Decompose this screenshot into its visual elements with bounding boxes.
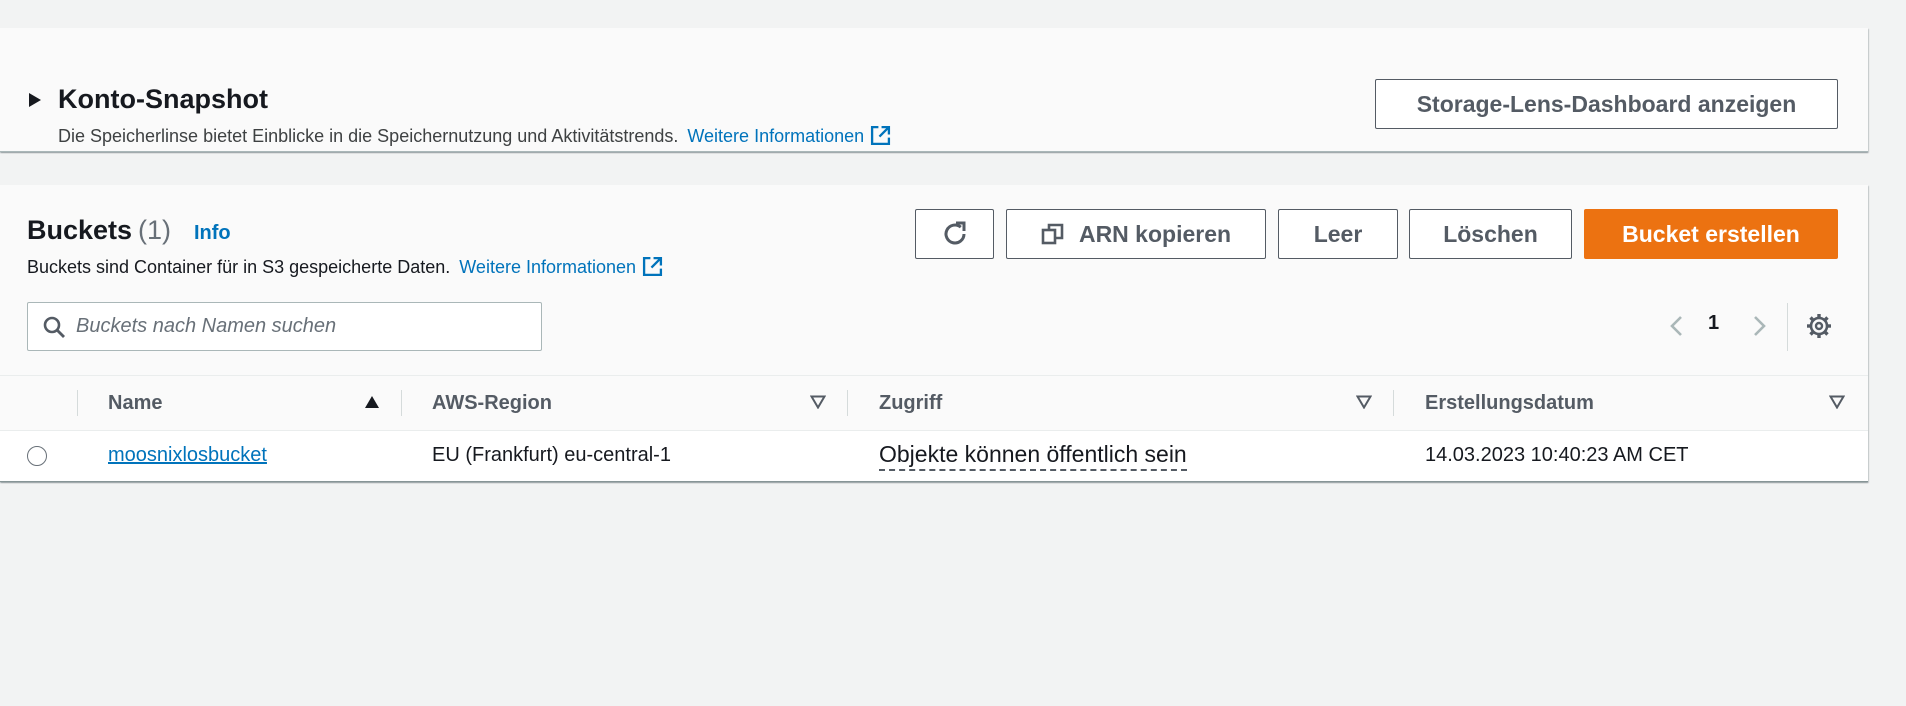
snapshot-title[interactable]: Konto-Snapshot xyxy=(58,84,268,115)
previous-page-icon[interactable] xyxy=(1666,314,1686,338)
table-row: moosnixlosbucket EU (Frankfurt) eu-centr… xyxy=(0,431,1868,482)
sort-ascending-icon[interactable] xyxy=(364,395,380,409)
column-header-name[interactable]: Name xyxy=(108,392,162,415)
sort-caret-down-icon[interactable] xyxy=(1356,395,1372,409)
row-select-radio[interactable] xyxy=(27,446,47,466)
bucket-search-input[interactable] xyxy=(76,303,531,350)
external-link-icon xyxy=(642,256,663,277)
table-header: Name AWS-Region Zugriff Erstellungsdatum xyxy=(0,375,1868,431)
bucket-name-link[interactable]: moosnixlosbucket xyxy=(108,444,267,467)
column-header-access[interactable]: Zugriff xyxy=(879,392,942,415)
buckets-count: (1) xyxy=(138,215,172,245)
delete-bucket-button[interactable]: Löschen xyxy=(1409,209,1572,259)
buckets-more-info-label: Weitere Informationen xyxy=(459,257,637,277)
account-snapshot-panel: Konto-Snapshot Die Speicherlinse bietet … xyxy=(0,28,1868,152)
sort-caret-down-icon[interactable] xyxy=(1829,395,1845,409)
buckets-description-text: Buckets sind Container für in S3 gespeic… xyxy=(27,257,451,277)
bucket-search xyxy=(27,302,542,351)
external-link-icon xyxy=(871,125,891,146)
empty-bucket-button[interactable]: Leer xyxy=(1278,209,1398,259)
pagination-divider xyxy=(1787,303,1788,351)
sort-caret-down-icon[interactable] xyxy=(810,395,826,409)
buckets-table: Name AWS-Region Zugriff Erstellungsdatum… xyxy=(0,375,1868,482)
copy-arn-label: ARN kopieren xyxy=(1078,220,1232,247)
copy-icon xyxy=(1041,223,1064,245)
buckets-more-info-link[interactable]: Weitere Informationen xyxy=(459,256,663,277)
bucket-access-status[interactable]: Objekte können öffentlich sein xyxy=(879,441,1187,471)
buckets-description: Buckets sind Container für in S3 gespeic… xyxy=(27,256,663,278)
snapshot-description-text: Die Speicherlinse bietet Einblicke in di… xyxy=(58,126,679,146)
snapshot-more-info-link[interactable]: Weitere Informationen xyxy=(687,125,891,146)
expand-caret-icon[interactable] xyxy=(28,92,42,108)
column-header-created[interactable]: Erstellungsdatum xyxy=(1425,392,1594,415)
buckets-panel: Buckets (1) Info Buckets sind Container f… xyxy=(0,185,1868,482)
snapshot-more-info-label: Weitere Informationen xyxy=(687,126,865,146)
current-page-number[interactable]: 1 xyxy=(1708,312,1719,335)
buckets-info-link[interactable]: Info xyxy=(194,222,231,245)
search-icon xyxy=(43,316,65,338)
view-storage-lens-dashboard-button[interactable]: Storage-Lens-Dashboard anzeigen xyxy=(1375,79,1838,129)
column-divider xyxy=(401,390,402,416)
next-page-icon[interactable] xyxy=(1750,314,1770,338)
snapshot-description: Die Speicherlinse bietet Einblicke in di… xyxy=(58,125,891,147)
buckets-title: Buckets (1) xyxy=(27,215,171,246)
column-divider xyxy=(1393,390,1394,416)
column-divider xyxy=(847,390,848,416)
refresh-icon xyxy=(944,221,965,245)
buckets-title-text: Buckets xyxy=(27,215,133,245)
bucket-region: EU (Frankfurt) eu-central-1 xyxy=(432,444,671,466)
create-bucket-button[interactable]: Bucket erstellen xyxy=(1584,209,1838,259)
refresh-button[interactable] xyxy=(915,209,994,259)
column-header-region[interactable]: AWS-Region xyxy=(432,392,552,415)
bucket-creation-date: 14.03.2023 10:40:23 AM CET xyxy=(1425,444,1689,466)
copy-arn-button[interactable]: ARN kopieren xyxy=(1006,209,1266,259)
column-divider xyxy=(77,390,78,416)
gear-icon[interactable] xyxy=(1806,313,1832,339)
